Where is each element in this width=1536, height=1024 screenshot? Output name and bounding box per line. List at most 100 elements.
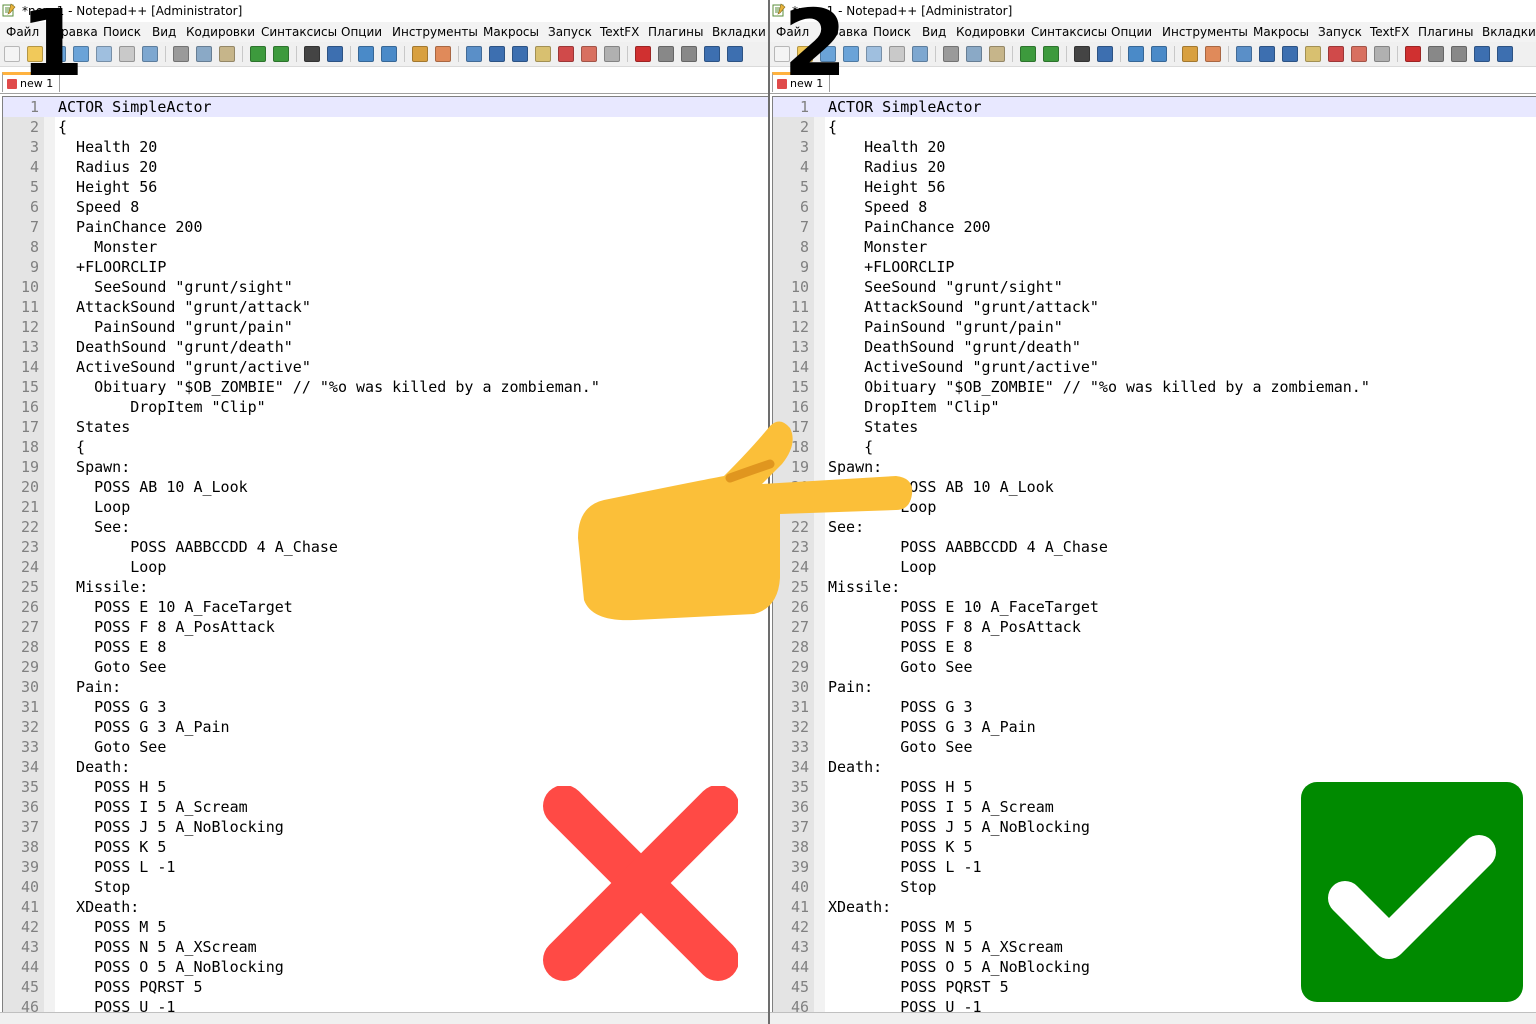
- menu-item[interactable]: Плагины: [648, 25, 703, 39]
- toolbar-button-icon[interactable]: [1405, 46, 1421, 62]
- toolbar-button-icon[interactable]: [558, 46, 574, 62]
- code-text: States: [58, 418, 131, 436]
- menu-item[interactable]: TextFX: [600, 25, 639, 39]
- menu-item[interactable]: Макросы: [483, 25, 539, 39]
- toolbar-separator: [1120, 46, 1121, 62]
- toolbar-button-icon[interactable]: [604, 46, 620, 62]
- menu-item[interactable]: Плагины: [1418, 25, 1473, 39]
- menu-item[interactable]: Вид: [152, 25, 176, 39]
- toolbar-button-icon[interactable]: [1259, 46, 1275, 62]
- toolbar-button-icon[interactable]: [1074, 46, 1090, 62]
- toolbar-button-icon[interactable]: [989, 46, 1005, 62]
- code-text: {: [828, 118, 838, 136]
- toolbar-button-icon[interactable]: [943, 46, 959, 62]
- code-line: 46 POSS U -1: [3, 997, 768, 1013]
- menu-item[interactable]: Инструменты: [1162, 25, 1248, 39]
- menu-item[interactable]: Кодировки: [186, 25, 255, 39]
- toolbar-button-icon[interactable]: [1428, 46, 1444, 62]
- menu-item[interactable]: Опции: [1111, 25, 1152, 39]
- toolbar-button-icon[interactable]: [304, 46, 320, 62]
- menu-item[interactable]: Кодировки: [956, 25, 1025, 39]
- menu-item[interactable]: Опции: [341, 25, 382, 39]
- toolbar-button-icon[interactable]: [1328, 46, 1344, 62]
- code-text: POSS M 5: [828, 918, 973, 936]
- toolbar-button-icon[interactable]: [1497, 46, 1513, 62]
- menu-item[interactable]: Вкладки: [1482, 25, 1536, 39]
- title-bar: *new 1 - Notepad++ [Administrator]: [770, 0, 1536, 22]
- toolbar-button-icon[interactable]: [489, 46, 505, 62]
- toolbar-button-icon[interactable]: [1097, 46, 1113, 62]
- toolbar-button-icon[interactable]: [119, 46, 135, 62]
- toolbar-button-icon[interactable]: [327, 46, 343, 62]
- toolbar-button-icon[interactable]: [512, 46, 528, 62]
- toolbar-button-icon[interactable]: [658, 46, 674, 62]
- toolbar-button-icon[interactable]: [1205, 46, 1221, 62]
- toolbar-button-icon[interactable]: [1474, 46, 1490, 62]
- toolbar-button-icon[interactable]: [219, 46, 235, 62]
- toolbar-button-icon[interactable]: [273, 46, 289, 62]
- toolbar-button-icon[interactable]: [381, 46, 397, 62]
- line-number: 30: [790, 678, 809, 696]
- toolbar-button-icon[interactable]: [250, 46, 266, 62]
- toolbar-button-icon[interactable]: [866, 46, 882, 62]
- toolbar-button-icon[interactable]: [96, 46, 112, 62]
- toolbar-button-icon[interactable]: [535, 46, 551, 62]
- toolbar-button-icon[interactable]: [358, 46, 374, 62]
- menu-item[interactable]: Вкладки: [712, 25, 766, 39]
- toolbar-button-icon[interactable]: [704, 46, 720, 62]
- toolbar-button-icon[interactable]: [1043, 46, 1059, 62]
- toolbar-separator: [1012, 46, 1013, 62]
- toolbar-button-icon[interactable]: [4, 46, 20, 62]
- menu-item[interactable]: Синтаксисы: [1031, 25, 1107, 39]
- toolbar-button-icon[interactable]: [1236, 46, 1252, 62]
- menu-item[interactable]: Инструменты: [392, 25, 478, 39]
- toolbar-button-icon[interactable]: [196, 46, 212, 62]
- toolbar-button-icon[interactable]: [412, 46, 428, 62]
- cross-mark-icon: [543, 786, 738, 981]
- toolbar-button-icon[interactable]: [435, 46, 451, 62]
- code-line: 29 Goto See: [3, 657, 768, 677]
- toolbar-button-icon[interactable]: [843, 46, 859, 62]
- toolbar-button-icon[interactable]: [1451, 46, 1467, 62]
- line-number: 39: [20, 858, 39, 876]
- code-line: 11 AttackSound "grunt/attack": [3, 297, 768, 317]
- toolbar-button-icon[interactable]: [466, 46, 482, 62]
- line-number: 43: [790, 938, 809, 956]
- menu-item[interactable]: Вид: [922, 25, 946, 39]
- toolbar-button-icon[interactable]: [966, 46, 982, 62]
- code-text: +FLOORCLIP: [58, 258, 167, 276]
- toolbar-button-icon[interactable]: [727, 46, 743, 62]
- toolbar-button-icon[interactable]: [1151, 46, 1167, 62]
- line-number: 13: [790, 338, 809, 356]
- line-number: 35: [790, 778, 809, 796]
- line-number: 46: [790, 998, 809, 1013]
- toolbar-button-icon[interactable]: [1182, 46, 1198, 62]
- menu-item[interactable]: TextFX: [1370, 25, 1409, 39]
- toolbar-button-icon[interactable]: [1282, 46, 1298, 62]
- toolbar-button-icon[interactable]: [681, 46, 697, 62]
- code-text: Pain:: [828, 678, 874, 696]
- toolbar-button-icon[interactable]: [635, 46, 651, 62]
- menu-item[interactable]: Поиск: [103, 25, 141, 39]
- menu-item[interactable]: Запуск: [1318, 25, 1362, 39]
- code-text: Obituary "$OB_ZOMBIE" // "%o was killed …: [828, 378, 1370, 396]
- menu-item[interactable]: Синтаксисы: [261, 25, 337, 39]
- menu-item[interactable]: Макросы: [1253, 25, 1309, 39]
- toolbar-button-icon[interactable]: [1128, 46, 1144, 62]
- toolbar-button-icon[interactable]: [1374, 46, 1390, 62]
- toolbar-button-icon[interactable]: [1305, 46, 1321, 62]
- toolbar-separator: [404, 46, 405, 62]
- code-line: 34 Death:: [3, 757, 768, 777]
- toolbar-button-icon[interactable]: [1020, 46, 1036, 62]
- code-text: Height 56: [58, 178, 158, 196]
- menu-item[interactable]: Запуск: [548, 25, 592, 39]
- code-text: POSS L -1: [828, 858, 982, 876]
- toolbar-button-icon[interactable]: [1351, 46, 1367, 62]
- toolbar-button-icon[interactable]: [581, 46, 597, 62]
- code-text: POSS L -1: [58, 858, 176, 876]
- toolbar-button-icon[interactable]: [889, 46, 905, 62]
- toolbar-button-icon[interactable]: [173, 46, 189, 62]
- toolbar-button-icon[interactable]: [912, 46, 928, 62]
- toolbar-button-icon[interactable]: [142, 46, 158, 62]
- menu-item[interactable]: Поиск: [873, 25, 911, 39]
